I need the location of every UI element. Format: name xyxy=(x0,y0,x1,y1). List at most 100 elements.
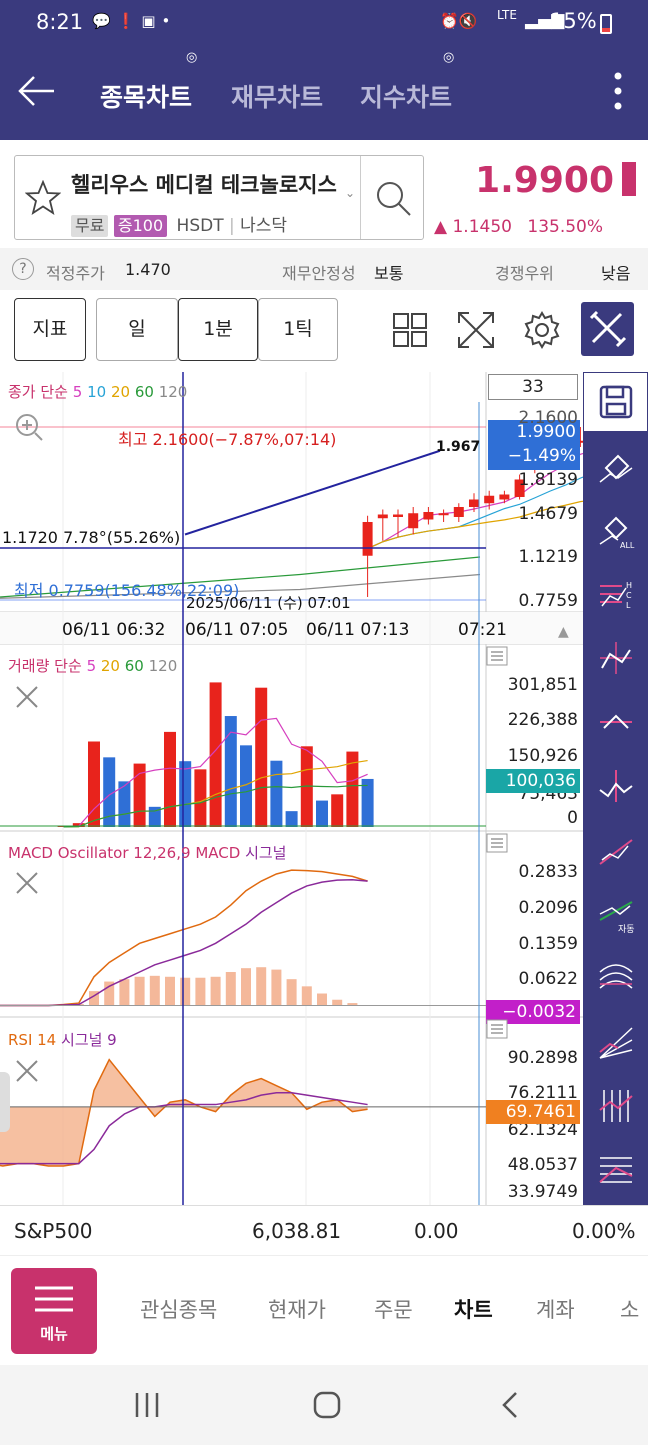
macd-tick: 0.2833 xyxy=(518,862,578,882)
trend-angle-label: 7.78°(55.26%) xyxy=(63,528,181,547)
nav-current-price[interactable]: 현재가 xyxy=(268,1294,326,1324)
back-icon[interactable] xyxy=(496,1390,526,1420)
nav-order[interactable]: 주문 xyxy=(374,1294,413,1324)
macd-osc-bar xyxy=(195,977,206,1006)
tab-stock-chart[interactable]: 종목차트 xyxy=(100,78,192,114)
indicator-button[interactable]: 지표 xyxy=(14,298,86,361)
back-arrow-icon[interactable] xyxy=(16,74,56,108)
candle-body xyxy=(438,513,449,516)
macd-osc-bar xyxy=(210,976,221,1006)
stock-selector[interactable]: 헬리우스 메디컬 테크놀로지스 ⌄ 무료 증100 HSDT | 나스닥 xyxy=(14,155,424,240)
period-1tick-button[interactable]: 1틱 xyxy=(258,298,338,361)
volume-tick: 150,926 xyxy=(507,746,578,766)
rsi-signal-label: 시그널 9 xyxy=(61,1031,117,1049)
vol-ma60-label: 60 xyxy=(124,657,144,675)
status-bar: 8:21 💬❗▣• ⏰🔇 LTE ▂▄▆ 15% xyxy=(0,0,648,44)
macd-osc-bar xyxy=(225,971,236,1006)
close-panel-icon[interactable] xyxy=(14,870,40,896)
nav-more[interactable]: 소 xyxy=(620,1294,639,1324)
period-1min-button[interactable]: 1분 xyxy=(178,298,258,361)
time-tick: 06/11 06:32 xyxy=(62,620,165,640)
candle-body xyxy=(484,495,495,504)
drawing-tools-toggle[interactable] xyxy=(581,302,634,356)
star-icon[interactable] xyxy=(25,180,61,216)
help-icon[interactable]: ? xyxy=(12,258,34,280)
volume-title-label: 거래량 단순 xyxy=(8,657,82,675)
eraser-tool-button[interactable] xyxy=(583,436,648,496)
status-time: 8:21 xyxy=(36,10,84,34)
side-drawer-handle[interactable] xyxy=(0,1072,10,1132)
notification-icons: 💬❗▣• xyxy=(92,12,177,30)
panel-menu-icon[interactable] xyxy=(486,1019,508,1039)
volume-bar xyxy=(255,687,268,827)
margin-tag: 증100 xyxy=(113,215,168,237)
price-tick: 1.8139 xyxy=(518,470,578,490)
arc-tool-button[interactable] xyxy=(583,948,648,1008)
close-panel-icon[interactable] xyxy=(14,1058,40,1084)
period-lines-tool-button[interactable] xyxy=(583,1076,648,1136)
fair-price-value: 1.470 xyxy=(125,260,171,279)
candle-body xyxy=(453,506,464,517)
horizontal-line-tool-button[interactable] xyxy=(583,692,648,752)
candle-count-field[interactable]: 33 xyxy=(488,374,578,400)
trendline-icon xyxy=(598,839,633,865)
svg-text:L: L xyxy=(626,601,631,610)
hamburger-icon xyxy=(35,1286,73,1312)
crosshair-tool-button[interactable] xyxy=(583,628,648,688)
fair-price-label: 적정주가 xyxy=(46,264,105,283)
scroll-arrows-icon[interactable]: ▲ xyxy=(558,624,569,640)
vertical-line-tool-button[interactable] xyxy=(583,756,648,816)
auto-trend-tool-button[interactable]: 자동 xyxy=(583,884,648,944)
battery-percent: 15% xyxy=(550,9,597,33)
free-tag: 무료 xyxy=(71,215,109,237)
menu-button[interactable]: 메뉴 xyxy=(11,1268,97,1354)
index-name: S&P500 xyxy=(14,1219,93,1243)
search-icon[interactable] xyxy=(373,178,413,218)
fan-tool-button[interactable] xyxy=(583,1012,648,1072)
more-menu-icon[interactable] xyxy=(612,70,624,112)
index-ticker-row[interactable]: S&P500 6,038.81 0.00 0.00% xyxy=(0,1205,648,1255)
candle-body xyxy=(469,499,479,507)
volume-tick: 0 xyxy=(567,808,578,828)
price-change-value: ▲ 1.1450 xyxy=(434,217,512,237)
panel-menu-icon[interactable] xyxy=(486,646,508,666)
panel-menu-icon[interactable] xyxy=(486,833,508,853)
competition-label: 경쟁우위 xyxy=(495,264,554,283)
volume-bar xyxy=(194,769,207,827)
fibonacci-tool-button[interactable] xyxy=(583,1140,648,1200)
nav-watchlist[interactable]: 관심종목 xyxy=(140,1294,217,1324)
index-change: 0.00 xyxy=(414,1219,459,1243)
save-tool-button[interactable] xyxy=(583,372,648,432)
nav-account[interactable]: 계좌 xyxy=(536,1294,575,1324)
stock-tags: 무료 증100 HSDT | 나스닥 xyxy=(71,211,287,237)
layout-grid-icon[interactable] xyxy=(392,312,428,348)
fullscreen-icon[interactable] xyxy=(456,310,496,350)
settings-gear-icon[interactable] xyxy=(522,310,562,350)
crosshair-price-label: 1.1720 7.78°(55.26%) xyxy=(2,528,180,547)
candle-body xyxy=(499,494,510,500)
alarm-mute-icons: ⏰🔇 xyxy=(440,12,478,30)
recent-apps-icon[interactable] xyxy=(132,1390,162,1420)
close-panel-icon[interactable] xyxy=(14,684,40,710)
hcl-tool-button[interactable]: HCL xyxy=(583,564,648,624)
candle-body xyxy=(377,514,388,519)
trendline-tool-button[interactable] xyxy=(583,820,648,880)
zoom-in-icon[interactable] xyxy=(14,412,44,442)
volume-bar xyxy=(361,778,374,827)
home-icon[interactable] xyxy=(312,1390,342,1420)
nav-chart[interactable]: 차트 xyxy=(454,1294,493,1324)
candle-body xyxy=(423,511,434,520)
macd-panel-title: MACD Oscillator 12,26,9 MACD 시그널 xyxy=(8,842,286,863)
erase-all-tool-button[interactable]: ALL xyxy=(583,500,648,560)
tab-finance-chart[interactable]: 재무차트 xyxy=(231,78,323,114)
tab-index-chart[interactable]: 지수차트 xyxy=(360,78,452,114)
stock-market: 나스닥 xyxy=(240,216,288,236)
macd-osc-bar xyxy=(332,999,343,1006)
vertical-line-icon xyxy=(598,770,633,802)
macd-line-label: MACD xyxy=(195,844,241,862)
time-tick: 06/11 07:13 xyxy=(306,620,409,640)
price-tick: 1.1219 xyxy=(518,547,578,567)
period-day-button[interactable]: 일 xyxy=(96,298,178,361)
chevron-down-icon: ⌄ xyxy=(345,186,356,200)
drawing-toolbar: ALL HCL 자동 xyxy=(583,372,648,1205)
